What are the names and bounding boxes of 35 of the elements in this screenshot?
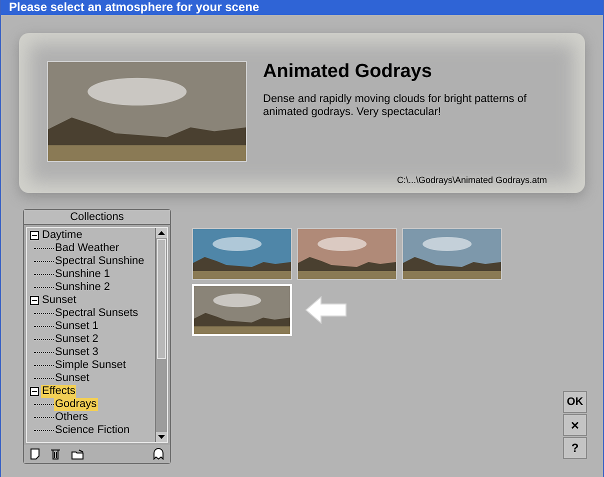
- scroll-up-icon[interactable]: [156, 228, 167, 238]
- folder-icon[interactable]: [71, 448, 85, 460]
- tree-item[interactable]: Sunset 2: [54, 333, 100, 346]
- tree-item[interactable]: Bad Weather: [54, 242, 120, 255]
- tree-item[interactable]: Sunset: [41, 294, 78, 307]
- scroll-thumb[interactable]: [157, 239, 166, 359]
- atmosphere-description: Dense and rapidly moving clouds for bright patterns of animated godrays. Very spectacular!: [263, 93, 528, 119]
- tree-item[interactable]: Sunset: [54, 372, 90, 385]
- collapse-toggle[interactable]: [30, 231, 39, 240]
- arrow-icon: [305, 296, 347, 324]
- collapse-toggle[interactable]: [30, 296, 39, 305]
- tree-item[interactable]: Spectral Sunsets: [54, 307, 140, 320]
- new-page-icon[interactable]: [30, 448, 40, 460]
- collections-header: Collections: [24, 210, 170, 225]
- collapse-toggle[interactable]: [30, 387, 39, 396]
- tree-item[interactable]: Daytime: [41, 229, 84, 242]
- tree-item[interactable]: Sunset 3: [54, 346, 100, 359]
- close-button[interactable]: ×: [563, 414, 587, 436]
- tree-item[interactable]: Sunshine 2: [54, 281, 112, 294]
- tree-item[interactable]: Sunset 1: [54, 320, 100, 333]
- scroll-down-icon[interactable]: [156, 432, 167, 442]
- tree-item[interactable]: Science Fiction: [54, 424, 131, 437]
- tree-item[interactable]: Sunshine 1: [54, 268, 112, 281]
- help-button[interactable]: ?: [563, 437, 587, 459]
- tree-item[interactable]: Spectral Sunshine: [54, 255, 146, 268]
- file-path: C:\...\Godrays\Animated Godrays.atm: [396, 174, 547, 187]
- tree-item[interactable]: Effects: [41, 385, 76, 398]
- tree-item[interactable]: Others: [54, 411, 90, 424]
- tree-item[interactable]: Simple Sunset: [54, 359, 127, 372]
- atmosphere-title: Animated Godrays: [263, 61, 433, 83]
- scrollbar[interactable]: [155, 228, 167, 442]
- ok-button[interactable]: OK: [563, 391, 587, 413]
- trash-icon[interactable]: [50, 448, 61, 460]
- tree-item[interactable]: Godrays: [54, 398, 98, 411]
- window-title: Please select an atmosphere for your scene: [9, 0, 260, 14]
